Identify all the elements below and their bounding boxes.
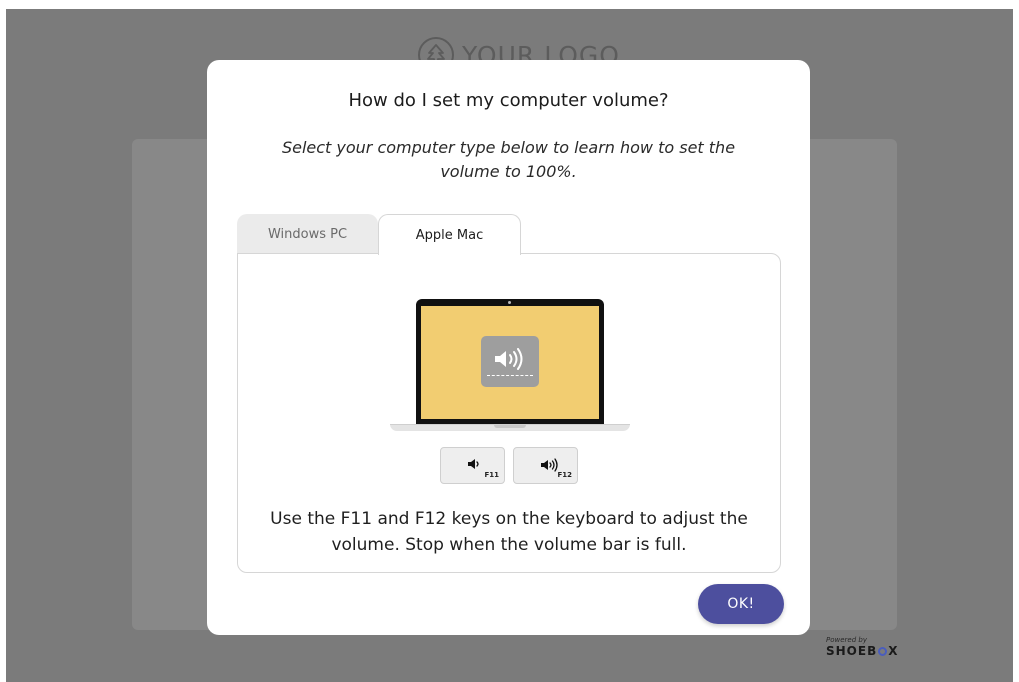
tab-panel-mac: F11 F12 Use the F11 and F12 keys on the … xyxy=(237,253,781,573)
brand-text-left: SHOEB xyxy=(826,644,878,658)
laptop-screen xyxy=(421,306,599,419)
f12-key: F12 xyxy=(513,447,578,484)
brand-text-right: X xyxy=(888,644,899,658)
powered-by-brand: SHOEB X xyxy=(826,644,899,658)
volume-keys: F11 F12 xyxy=(440,447,578,484)
f11-key-label: F11 xyxy=(484,471,499,479)
laptop-illustration xyxy=(390,299,630,435)
tab-apple-mac[interactable]: Apple Mac xyxy=(378,214,521,255)
powered-by-label: Powered by xyxy=(826,636,867,644)
f11-key: F11 xyxy=(440,447,505,484)
brand-o-icon xyxy=(878,646,888,656)
volume-level-bar xyxy=(487,374,533,376)
ok-button[interactable]: OK! xyxy=(698,584,784,624)
f12-key-label: F12 xyxy=(557,471,572,479)
laptop-base xyxy=(390,424,630,431)
powered-by-badge: Powered by SHOEB X xyxy=(826,636,899,658)
volume-down-icon xyxy=(468,459,479,469)
camera-dot xyxy=(508,301,511,304)
volume-hud xyxy=(481,336,539,387)
laptop-notch xyxy=(494,425,526,428)
laptop-screen-bezel xyxy=(416,299,604,424)
volume-up-icon xyxy=(541,458,558,472)
modal-subtitle: Select your computer type below to learn… xyxy=(281,138,736,181)
tab-windows-pc[interactable]: Windows PC xyxy=(237,214,378,254)
modal-title: How do I set my computer volume? xyxy=(348,90,669,111)
volume-help-modal: How do I set my computer volume? Select … xyxy=(207,60,810,635)
instruction-text: Use the F11 and F12 keys on the keyboard… xyxy=(270,509,748,555)
speaker-volume-icon xyxy=(495,347,523,370)
